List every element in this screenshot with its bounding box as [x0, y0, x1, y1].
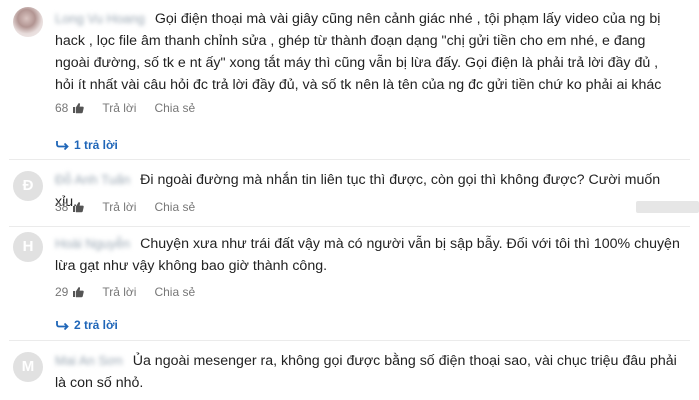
- reply-button[interactable]: Trả lời: [102, 285, 136, 299]
- like-count: 29: [55, 285, 69, 299]
- comment-actions: 29 Trả lời Chia sẻ: [55, 284, 195, 300]
- comment-author[interactable]: Đỗ Anh Tuấn: [55, 169, 130, 191]
- avatar[interactable]: M: [13, 352, 43, 382]
- divider: [9, 226, 690, 227]
- like-button[interactable]: 68: [55, 101, 85, 115]
- reply-button[interactable]: Trả lời: [102, 200, 136, 214]
- comment-text: Chuyện xưa như trái đất vậy mà có người …: [55, 236, 680, 274]
- avatar[interactable]: [13, 7, 43, 37]
- reply-button[interactable]: Trả lời: [102, 101, 136, 115]
- comment-author[interactable]: Mai An Sơn: [55, 350, 123, 372]
- comment-text: Gọi điện thoại mà vài giây cũng nên cảnh…: [55, 11, 662, 93]
- like-button[interactable]: 38: [55, 200, 85, 214]
- comment-actions: 38 Trả lời Chia sẻ: [55, 199, 195, 215]
- share-button[interactable]: Chia sẻ: [154, 200, 195, 214]
- like-count: 38: [55, 200, 69, 214]
- reply-arrow-icon: [56, 321, 69, 330]
- thumbs-up-icon: [73, 103, 85, 114]
- avatar[interactable]: H: [13, 232, 43, 262]
- divider: [9, 159, 690, 160]
- comment-body: Hoài Nguyễn Chuyện xưa như trái đất vậy …: [55, 233, 680, 277]
- divider: [9, 340, 690, 341]
- reply-arrow-icon: [56, 141, 69, 150]
- view-replies-button[interactable]: 1 trả lời: [56, 138, 118, 152]
- share-button[interactable]: Chia sẻ: [154, 101, 195, 115]
- thumbs-up-icon: [73, 202, 85, 213]
- share-button[interactable]: Chia sẻ: [154, 285, 195, 299]
- like-button[interactable]: 29: [55, 285, 85, 299]
- thumbs-up-icon: [73, 287, 85, 298]
- replies-count-label: 1 trả lời: [74, 138, 118, 152]
- comment-body: Long Vu Hoang Gọi điện thoại mà vài giây…: [55, 8, 680, 96]
- scroll-handle[interactable]: [636, 201, 699, 213]
- comment-author[interactable]: Hoài Nguyễn: [55, 233, 130, 255]
- avatar[interactable]: Đ: [13, 171, 43, 201]
- like-count: 68: [55, 101, 69, 115]
- view-replies-button[interactable]: 2 trả lời: [56, 318, 118, 332]
- comment-text: Ủa ngoài mesenger ra, không gọi được bằn…: [55, 353, 677, 391]
- comment-actions: 68 Trả lời Chia sẻ: [55, 100, 195, 116]
- comment-body: Mai An Sơn Ủa ngoài mesenger ra, không g…: [55, 350, 680, 394]
- replies-count-label: 2 trả lời: [74, 318, 118, 332]
- comment-author[interactable]: Long Vu Hoang: [55, 8, 145, 30]
